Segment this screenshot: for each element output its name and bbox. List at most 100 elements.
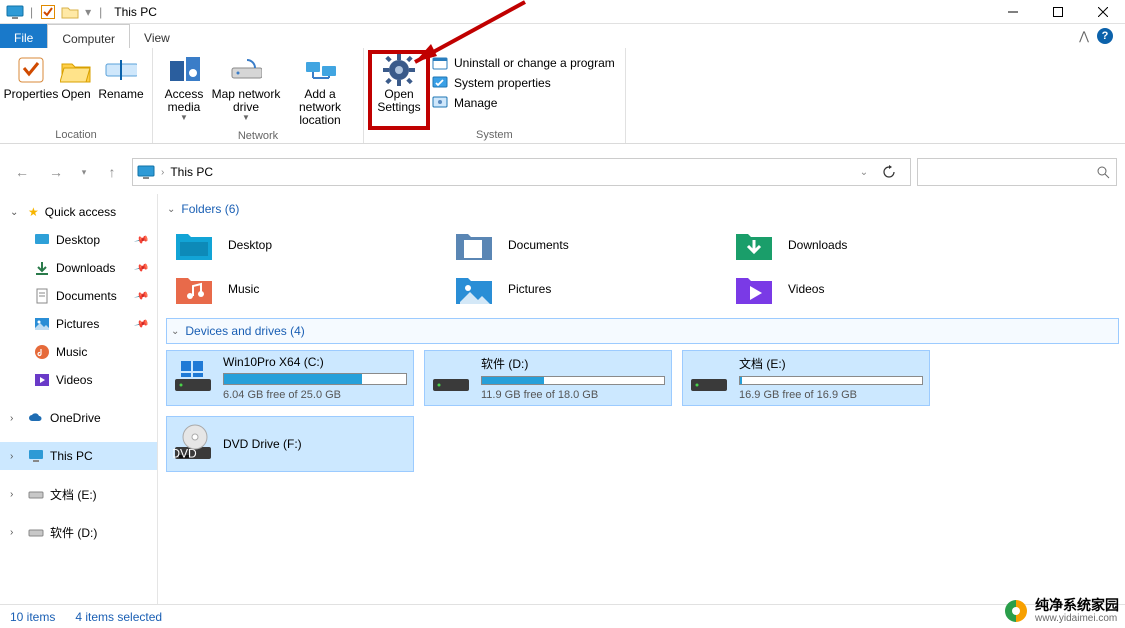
rename-label: Rename	[98, 88, 143, 101]
nav-back-button[interactable]: ←	[8, 158, 36, 186]
open-button[interactable]: Open	[56, 52, 96, 103]
nav-downloads[interactable]: Downloads 📌	[0, 254, 157, 282]
chevron-down-icon: ⌄	[167, 204, 175, 215]
system-properties-button[interactable]: System properties	[428, 74, 619, 92]
pin-icon: 📌	[133, 260, 149, 276]
chevron-down-icon: ▼	[242, 114, 250, 123]
nav-desktop[interactable]: Desktop 📌	[0, 226, 157, 254]
tab-file[interactable]: File	[0, 24, 47, 48]
qat-separator: |	[30, 5, 33, 19]
documents-folder-icon	[454, 228, 494, 262]
drives-grid: Win10Pro X64 (C:) 6.04 GB free of 25.0 G…	[166, 344, 1119, 484]
nav-music[interactable]: Music	[0, 338, 157, 366]
watermark: 纯净系统家园 www.yidaimei.com	[1003, 598, 1119, 624]
access-media-button[interactable]: Access media ▼	[159, 52, 209, 125]
chevron-right-icon[interactable]: ›	[10, 413, 22, 424]
ribbon-group-location: Properties Open Rename Location	[0, 48, 153, 143]
nav-videos-label: Videos	[56, 373, 92, 387]
help-icon[interactable]: ?	[1097, 28, 1113, 44]
drive-c-free: 6.04 GB free of 25.0 GB	[223, 389, 407, 401]
chevron-down-icon: ▼	[180, 114, 188, 123]
system-properties-icon	[432, 75, 448, 91]
dropdown-icon[interactable]: ▾	[83, 3, 93, 21]
nav-drive-d[interactable]: › 软件 (D:)	[0, 518, 157, 546]
folder-pictures[interactable]: Pictures	[454, 272, 694, 306]
address-bar[interactable]: › This PC ⌄	[132, 158, 911, 186]
tab-computer[interactable]: Computer	[47, 24, 130, 48]
folders-grid: Desktop Documents Downloads Music Pictur…	[166, 222, 1119, 318]
title-bar: | ▾ | This PC	[0, 0, 1125, 24]
chevron-right-icon[interactable]: ›	[10, 489, 22, 500]
uninstall-icon	[432, 55, 448, 71]
nav-desktop-label: Desktop	[56, 233, 100, 247]
folder-icon[interactable]	[61, 3, 79, 21]
drive-e[interactable]: 文档 (E:) 16.9 GB free of 16.9 GB	[682, 350, 930, 406]
close-button[interactable]	[1080, 0, 1125, 24]
uninstall-button[interactable]: Uninstall or change a program	[428, 54, 619, 72]
properties-button[interactable]: Properties	[6, 52, 56, 103]
rename-button[interactable]: Rename	[96, 52, 146, 103]
drive-f-dvd[interactable]: DVD DVD Drive (F:)	[166, 416, 414, 472]
maximize-button[interactable]	[1035, 0, 1080, 24]
nav-history-button[interactable]: ▾	[76, 158, 92, 186]
ribbon: Properties Open Rename Location Access m…	[0, 48, 1125, 144]
nav-quick-access[interactable]: ⌄ ★ Quick access	[0, 198, 157, 226]
search-icon	[1096, 165, 1110, 179]
nav-drive-e-label: 文档 (E:)	[50, 486, 97, 503]
checkbox-icon[interactable]	[39, 3, 57, 21]
folder-documents[interactable]: Documents	[454, 228, 694, 262]
group-label-location: Location	[6, 129, 146, 143]
chevron-right-icon[interactable]: ›	[161, 167, 164, 178]
nav-this-pc[interactable]: › This PC	[0, 442, 157, 470]
nav-up-button[interactable]: ↑	[98, 158, 126, 186]
drive-c[interactable]: Win10Pro X64 (C:) 6.04 GB free of 25.0 G…	[166, 350, 414, 406]
folder-desktop[interactable]: Desktop	[174, 228, 414, 262]
tab-view[interactable]: View	[130, 24, 184, 48]
dvd-drive-icon: DVD	[173, 421, 213, 461]
music-icon	[34, 344, 50, 360]
folder-music[interactable]: Music	[174, 272, 414, 306]
group-header-folders[interactable]: ⌄ Folders (6)	[166, 196, 1119, 222]
refresh-button[interactable]	[882, 165, 906, 179]
system-properties-label: System properties	[454, 76, 551, 90]
drive-f-name: DVD Drive (F:)	[223, 437, 407, 451]
content-pane: ⌄ Folders (6) Desktop Documents Download…	[158, 194, 1125, 604]
address-dropdown-button[interactable]: ⌄	[852, 167, 876, 178]
group-label-network: Network	[159, 130, 357, 144]
pictures-folder-icon	[454, 272, 494, 306]
manage-button[interactable]: Manage	[428, 94, 619, 112]
open-folder-icon	[60, 54, 92, 86]
rename-icon	[105, 54, 137, 86]
music-folder-icon	[174, 272, 214, 306]
map-network-drive-button[interactable]: Map network drive ▼	[209, 52, 283, 125]
this-pc-icon	[137, 165, 155, 179]
nav-downloads-label: Downloads	[56, 261, 115, 275]
nav-onedrive[interactable]: › OneDrive	[0, 404, 157, 432]
folder-downloads[interactable]: Downloads	[734, 228, 974, 262]
drive-d[interactable]: 软件 (D:) 11.9 GB free of 18.0 GB	[424, 350, 672, 406]
add-network-location-button[interactable]: Add a network location	[283, 52, 357, 130]
nav-pictures[interactable]: Pictures 📌	[0, 310, 157, 338]
drive-d-free: 11.9 GB free of 18.0 GB	[481, 389, 665, 401]
chevron-right-icon[interactable]: ›	[10, 451, 22, 462]
desktop-icon	[34, 232, 50, 248]
chevron-right-icon[interactable]: ›	[10, 527, 22, 538]
drive-d-usage-bar	[481, 376, 665, 385]
nav-videos[interactable]: Videos	[0, 366, 157, 394]
open-settings-button[interactable]: Open Settings	[370, 52, 428, 128]
minimize-button[interactable]	[990, 0, 1035, 24]
folder-desktop-label: Desktop	[228, 238, 272, 252]
group-header-drives[interactable]: ⌄ Devices and drives (4)	[166, 318, 1119, 344]
search-box[interactable]	[917, 158, 1117, 186]
nav-forward-button[interactable]: →	[42, 158, 70, 186]
chevron-down-icon: ⌄	[171, 326, 179, 337]
collapse-ribbon-icon[interactable]: ⋀	[1079, 29, 1089, 43]
add-location-label: Add a network location	[283, 88, 357, 128]
chevron-down-icon[interactable]: ⌄	[10, 207, 22, 218]
properties-label: Properties	[4, 88, 59, 101]
folder-videos[interactable]: Videos	[734, 272, 974, 306]
nav-drive-e[interactable]: › 文档 (E:)	[0, 480, 157, 508]
breadcrumb-this-pc[interactable]: This PC	[170, 165, 213, 179]
drive-e-free: 16.9 GB free of 16.9 GB	[739, 389, 923, 401]
nav-documents[interactable]: Documents 📌	[0, 282, 157, 310]
